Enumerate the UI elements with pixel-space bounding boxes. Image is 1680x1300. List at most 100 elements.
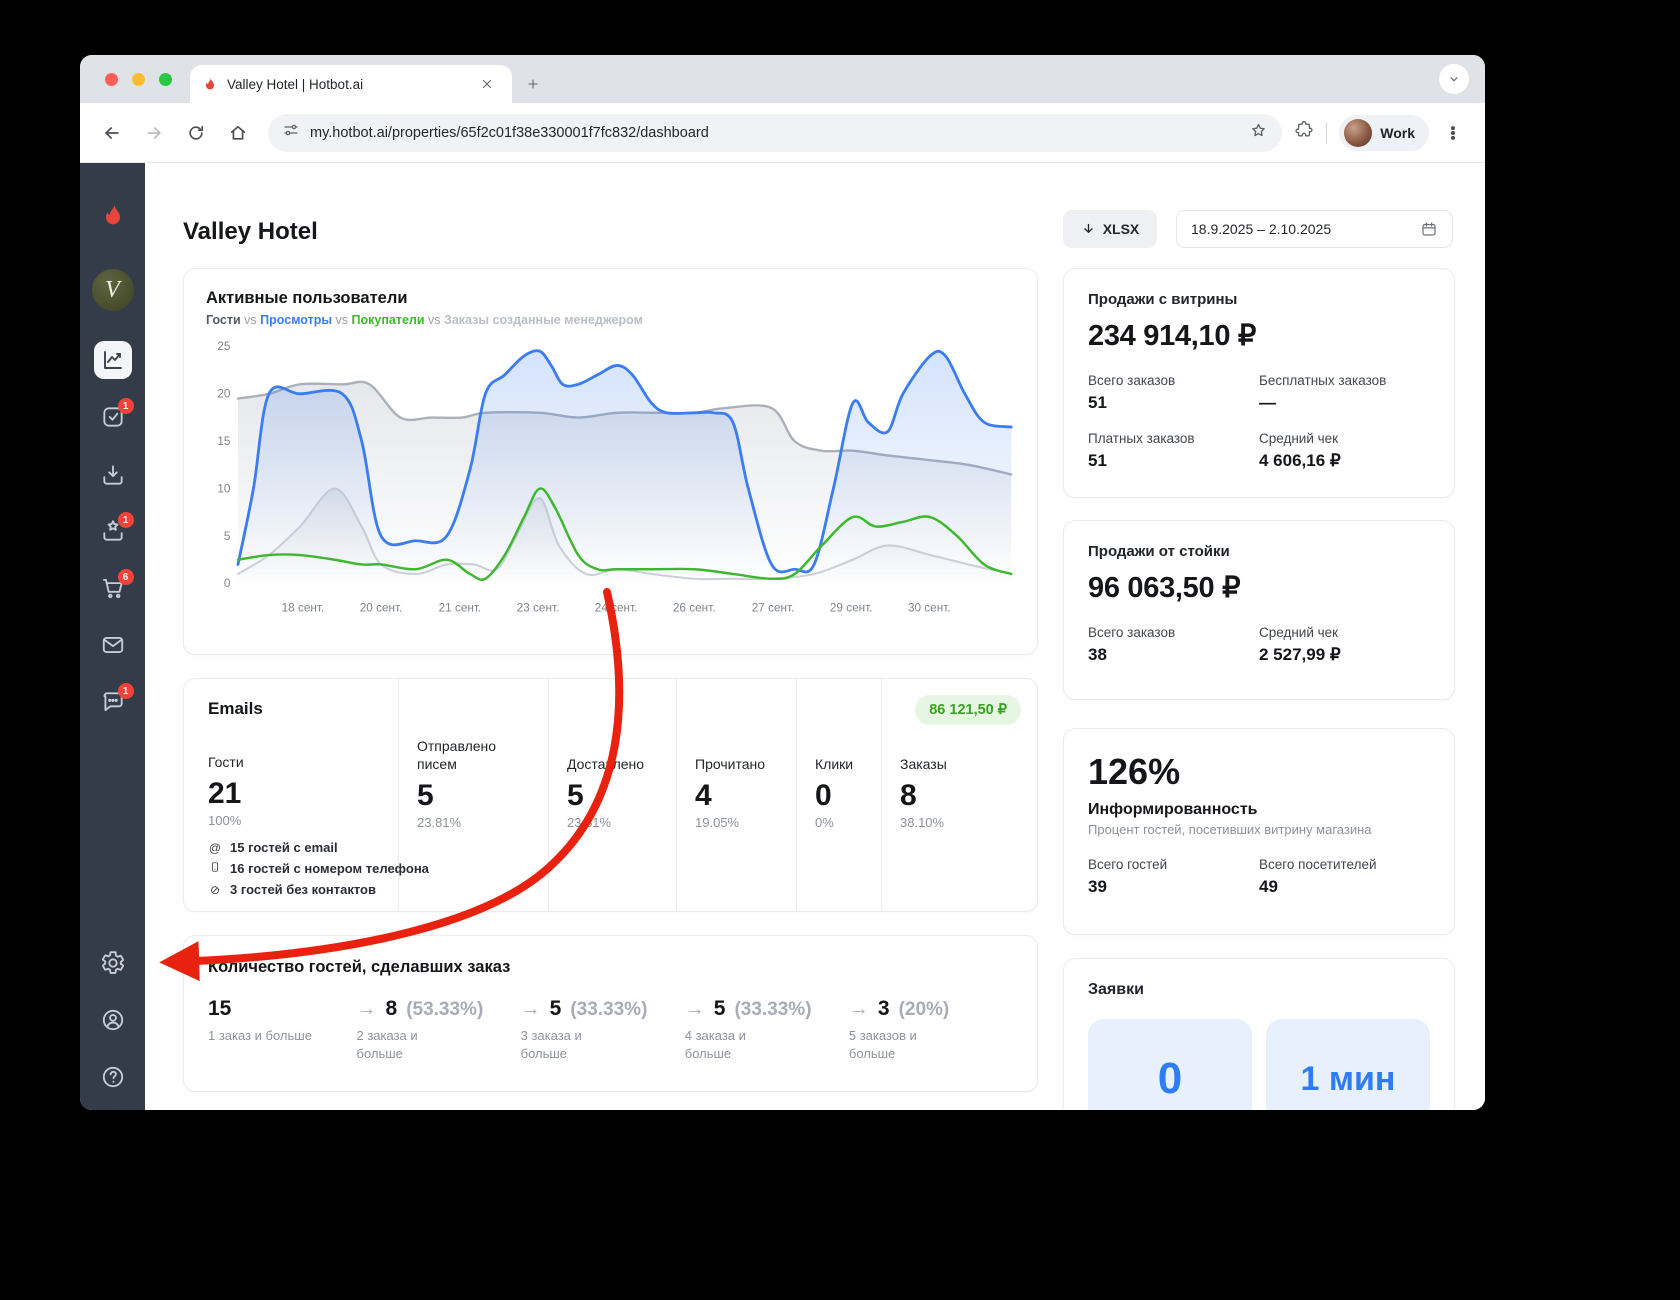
stat: Всего заказов 51 — [1088, 373, 1176, 412]
minimize-window-button[interactable] — [132, 72, 145, 86]
svg-text:21 сент.: 21 сент. — [439, 602, 482, 615]
sidebar-item-reviews[interactable]: 1 — [80, 512, 145, 544]
tab-favicon-flame-icon — [206, 77, 214, 90]
metric-label: Доставлено — [567, 755, 645, 772]
close-window-button[interactable] — [105, 72, 118, 86]
legend-item: Заказы созданные менеджером — [443, 313, 643, 327]
metric-percent: 100% — [208, 813, 242, 828]
stat: Средний чек 4 606,16 ₽ — [1259, 431, 1341, 470]
reload-button[interactable] — [178, 115, 214, 151]
requests-title: Заявки — [1088, 981, 1144, 998]
legend-separator: vs — [240, 313, 261, 327]
browser-tab[interactable]: Valley Hotel | Hotbot.ai — [190, 65, 512, 103]
sidebar-item-mailings[interactable] — [80, 632, 145, 658]
reviews-star-icon[interactable]: 1 — [100, 512, 134, 544]
metric-label: Клики — [815, 755, 854, 772]
funnel-arrow-icon: → — [684, 998, 705, 1020]
inbox-download-icon[interactable] — [100, 462, 126, 488]
tab-strip: Valley Hotel | Hotbot.ai — [80, 55, 1485, 103]
browser-toolbar: my.hotbot.ai/properties/65f2c01f38e33000… — [80, 103, 1485, 163]
funnel-step: → 8 (53.33%) 2 заказа и больше — [357, 997, 521, 1062]
showcase-sales-card: Продажи с витрины 234 914,10 ₽ Всего зак… — [1063, 268, 1455, 498]
funnel-percent: (20%) — [898, 999, 950, 1020]
person-icon[interactable] — [100, 1007, 126, 1033]
tab-close-icon[interactable] — [474, 71, 500, 97]
metric-percent: 38.10% — [900, 815, 945, 830]
emails-col-delivered: Доставлено 5 23.81% — [548, 679, 676, 911]
emails-col-clicks: Клики 0 0% — [796, 679, 881, 911]
svg-text:10: 10 — [217, 482, 231, 495]
contacts-phone-text: 16 гостей с номером телефона — [230, 861, 429, 876]
tasks-check-icon[interactable]: 1 — [100, 398, 134, 430]
profile-chip[interactable]: Work — [1339, 114, 1429, 151]
metric-value: 5 — [567, 779, 584, 812]
svg-text:0: 0 — [224, 577, 231, 590]
contacts-email-text: 15 гостей с email — [230, 840, 338, 855]
question-icon[interactable] — [100, 1064, 126, 1090]
sidebar-item-tasks[interactable]: 1 — [80, 398, 145, 430]
back-button[interactable] — [94, 115, 130, 151]
awareness-value: 126% — [1088, 751, 1181, 792]
chat-bubble-icon[interactable]: 1 — [100, 683, 134, 715]
metric-value: 4 — [695, 779, 712, 812]
sidebar-item-settings[interactable] — [80, 950, 145, 976]
dashboard-main: Valley Hotel XLSX 18.9.2025 – 2.10.2025 … — [145, 163, 1485, 1110]
page-content: V 1 1 6 1 Valley Hotel XLSX 18.9.2025 – … — [80, 163, 1485, 1110]
funnel-step: → 3 (20%) 5 заказов и больше — [849, 997, 1013, 1062]
requests-tiles: 0 1 мин — [1088, 1019, 1430, 1110]
metric-percent: 23.81% — [567, 815, 612, 830]
svg-text:30 сент.: 30 сент. — [908, 602, 951, 615]
funnel-title: Количество гостей, сделавших заказ — [208, 958, 511, 976]
home-button[interactable] — [220, 115, 256, 151]
emails-revenue-badge: 86 121,50 ₽ — [915, 695, 1021, 725]
tab-search-chevron-icon[interactable] — [1439, 64, 1469, 94]
tasks-badge: 1 — [117, 398, 134, 414]
traffic-lights — [105, 55, 172, 103]
mail-icon[interactable] — [100, 632, 126, 658]
funnel-arrow-icon: → — [520, 998, 541, 1020]
url-text[interactable]: my.hotbot.ai/properties/65f2c01f38e33000… — [310, 125, 1239, 141]
svg-text:27 сент.: 27 сент. — [752, 602, 795, 615]
stat: Всего гостей 39 — [1088, 857, 1168, 896]
emails-title: Emails — [208, 699, 263, 718]
card-stats: Всего заказов 51 Бесплатных заказов — Плат… — [1088, 373, 1430, 471]
profile-name: Work — [1380, 124, 1415, 141]
site-settings-icon[interactable] — [282, 121, 300, 144]
analytics-chart-icon[interactable] — [93, 341, 132, 379]
gear-icon[interactable] — [100, 950, 126, 976]
chat-badge: 1 — [117, 683, 134, 699]
funnel-step: 15 1 заказ и больше — [208, 997, 357, 1062]
zoom-window-button[interactable] — [159, 72, 172, 86]
metric-value: 21 — [208, 777, 242, 810]
sidebar-item-account[interactable] — [80, 1007, 145, 1033]
activity-chart: 0 5 10 15 20 25 18 сент. 20 сент. 21 сент. 23 сен… — [217, 340, 1013, 615]
forward-button[interactable] — [136, 115, 172, 151]
svg-text:18 сент.: 18 сент. — [282, 602, 325, 615]
awareness-subtitle: Процент гостей, посетивших витрину магаз… — [1088, 822, 1372, 837]
sidebar-item-orders[interactable]: 6 — [80, 569, 145, 601]
legend-separator: vs — [332, 313, 352, 327]
browser-menu-icon[interactable] — [1435, 115, 1471, 151]
calendar-icon — [1422, 222, 1436, 236]
extensions-icon[interactable] — [1294, 120, 1314, 145]
sidebar-item-analytics[interactable] — [80, 341, 145, 379]
svg-text:23 сент.: 23 сент. — [517, 602, 560, 615]
contacts-email-row: @ 15 гостей с email — [208, 840, 429, 855]
sidebar-item-help[interactable] — [80, 1064, 145, 1090]
date-range-picker[interactable]: 18.9.2025 – 2.10.2025 — [1176, 210, 1453, 248]
export-xlsx-button[interactable]: XLSX — [1063, 210, 1157, 248]
sidebar-item-chat[interactable]: 1 — [80, 683, 145, 715]
address-bar[interactable]: my.hotbot.ai/properties/65f2c01f38e33000… — [268, 113, 1283, 152]
sidebar-item-property[interactable]: V — [80, 269, 145, 311]
svg-text:20: 20 — [217, 388, 231, 401]
bookmark-star-icon[interactable] — [1249, 121, 1268, 145]
funnel-step: → 5 (33.33%) 3 заказа и больше — [521, 997, 685, 1062]
active-users-card: Активные пользователи Гости vs Просмотры… — [183, 268, 1038, 655]
property-avatar[interactable]: V — [91, 269, 134, 311]
contacts-none-row: ⊘ 3 гостей без контактов — [208, 882, 429, 897]
sidebar-item-inbox[interactable] — [80, 462, 145, 488]
metric-percent: 23.81% — [417, 815, 462, 830]
legend-separator: vs — [424, 313, 444, 327]
cart-icon[interactable]: 6 — [100, 569, 134, 601]
new-tab-button[interactable] — [520, 71, 546, 97]
